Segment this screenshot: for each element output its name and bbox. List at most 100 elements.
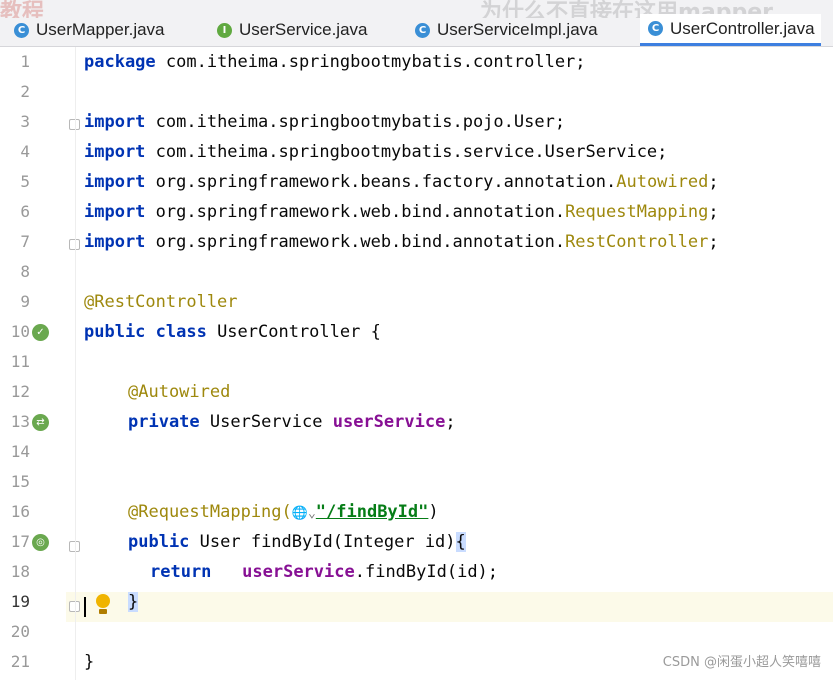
code-text: }: [84, 652, 95, 672]
line-number: 18: [10, 562, 30, 581]
annotation: @Autowired: [128, 382, 231, 402]
code-line-6: import org.springframework.web.bind.anno…: [84, 197, 829, 227]
annotation-class: RestController: [565, 232, 709, 252]
line-number: 3: [20, 112, 30, 131]
keyword: import: [84, 112, 146, 132]
keyword: import: [84, 232, 146, 252]
code-line-4: import com.itheima.springbootmybatis.ser…: [84, 137, 829, 167]
spring-bean-gutter-icon[interactable]: ✓: [32, 324, 49, 341]
line-number: 21: [10, 652, 30, 671]
line-number: 10: [10, 322, 30, 341]
field-name: userService: [242, 562, 355, 582]
string-literal: "/findById": [315, 502, 429, 522]
code-text: .findById(id);: [354, 562, 499, 582]
line-number: 2: [20, 82, 30, 101]
code-text: UserController {: [206, 322, 381, 342]
line-number: 6: [20, 202, 30, 221]
code-editor[interactable]: package com.itheima.springbootmybatis.co…: [84, 47, 829, 677]
line-number-gutter[interactable]: 1 2 3 4 5 6 7 8 9 10 11 12 13 14 15 16 1…: [0, 47, 66, 680]
matched-brace: {: [455, 532, 466, 552]
code-line-17: public User findById(Integer id){: [84, 527, 829, 557]
lightbulb-base: [99, 609, 107, 614]
text-caret: [84, 597, 86, 617]
code-line-3: import com.itheima.springbootmybatis.poj…: [84, 107, 829, 137]
code-line-18: return userService.findById(id);: [84, 557, 829, 587]
code-line-1: package com.itheima.springbootmybatis.co…: [84, 47, 829, 77]
annotation: @RequestMapping(: [128, 502, 292, 522]
line-number: 9: [20, 292, 30, 311]
tab-label: UserMapper.java: [36, 20, 165, 39]
keyword: package: [84, 52, 156, 72]
lightbulb-icon[interactable]: [96, 594, 110, 616]
watermark-text: CSDN @闲蛋小超人笑嘻嘻: [662, 655, 821, 670]
line-number: 16: [10, 502, 30, 521]
keyword: public class: [84, 322, 207, 342]
line-number: 19: [10, 592, 30, 611]
keyword: private: [128, 412, 200, 432]
keyword: public: [128, 532, 190, 552]
keyword: import: [84, 202, 146, 222]
code-text: ): [428, 502, 439, 522]
line-number: 7: [20, 232, 30, 251]
tab-usermapper[interactable]: C UserMapper.java: [14, 14, 165, 46]
code-text: com.itheima.springbootmybatis.pojo.User;: [145, 112, 566, 132]
code-line-7: import org.springframework.web.bind.anno…: [84, 227, 829, 257]
tab-userserviceimpl[interactable]: C UserServiceImpl.java: [415, 14, 598, 46]
code-text: com.itheima.springbootmybatis.controller…: [155, 52, 586, 72]
annotation: @RestController: [84, 292, 238, 312]
line-number: 11: [10, 352, 30, 371]
globe-icon[interactable]: 🌐⌄: [292, 506, 316, 521]
line-number: 4: [20, 142, 30, 161]
code-line-10: public class UserController {: [84, 317, 829, 347]
code-text: org.springframework.web.bind.annotation.: [145, 232, 566, 252]
line-number: 12: [10, 382, 30, 401]
tab-label: UserService.java: [239, 20, 368, 39]
matched-brace: }: [128, 592, 139, 612]
line-number: 20: [10, 622, 30, 641]
field-name: userService: [332, 412, 446, 432]
line-number: 14: [10, 442, 30, 461]
gutter-divider: [75, 47, 76, 680]
line-number: 13: [10, 412, 30, 431]
tab-usercontroller[interactable]: C UserController.java: [640, 14, 821, 46]
tab-userservice[interactable]: I UserService.java: [217, 14, 368, 46]
code-line-12: @Autowired: [84, 377, 829, 407]
line-number: 5: [20, 172, 30, 191]
spring-autowired-gutter-icon[interactable]: ⇄: [32, 414, 49, 431]
code-line-13: private UserService userService;: [84, 407, 829, 437]
code-text: ;: [708, 202, 719, 222]
code-text: UserService: [199, 412, 333, 432]
class-file-icon: C: [648, 21, 663, 36]
code-text: org.springframework.beans.factory.annota…: [145, 172, 617, 192]
code-text: ;: [708, 232, 719, 252]
code-text: com.itheima.springbootmybatis.service.Us…: [145, 142, 668, 162]
spring-endpoint-gutter-icon[interactable]: ◎: [32, 534, 49, 551]
keyword: import: [84, 142, 146, 162]
code-line-16: @RequestMapping(🌐⌄"/findById"): [84, 497, 829, 527]
keyword: import: [84, 172, 146, 192]
tab-label: UserServiceImpl.java: [437, 20, 598, 39]
line-number: 8: [20, 262, 30, 281]
line-number: 17: [10, 532, 30, 551]
keyword: return: [150, 562, 212, 582]
code-text: org.springframework.web.bind.annotation.: [145, 202, 566, 222]
interface-file-icon: I: [217, 22, 232, 38]
tab-label: UserController.java: [670, 18, 815, 38]
code-text: ;: [708, 172, 719, 192]
line-number: 1: [20, 52, 30, 71]
code-line-5: import org.springframework.beans.factory…: [84, 167, 829, 197]
class-file-icon: C: [14, 22, 29, 38]
editor-tab-bar: 教程 为什么不直接在这用mapper C UserMapper.java I U…: [0, 0, 833, 47]
code-line-9: @RestController: [84, 287, 829, 317]
annotation-class: RequestMapping: [565, 202, 709, 222]
code-line-19: }: [84, 587, 829, 617]
code-text: ;: [445, 412, 456, 432]
code-text: User findById(Integer id): [189, 532, 456, 552]
lightbulb-glass: [96, 594, 110, 608]
